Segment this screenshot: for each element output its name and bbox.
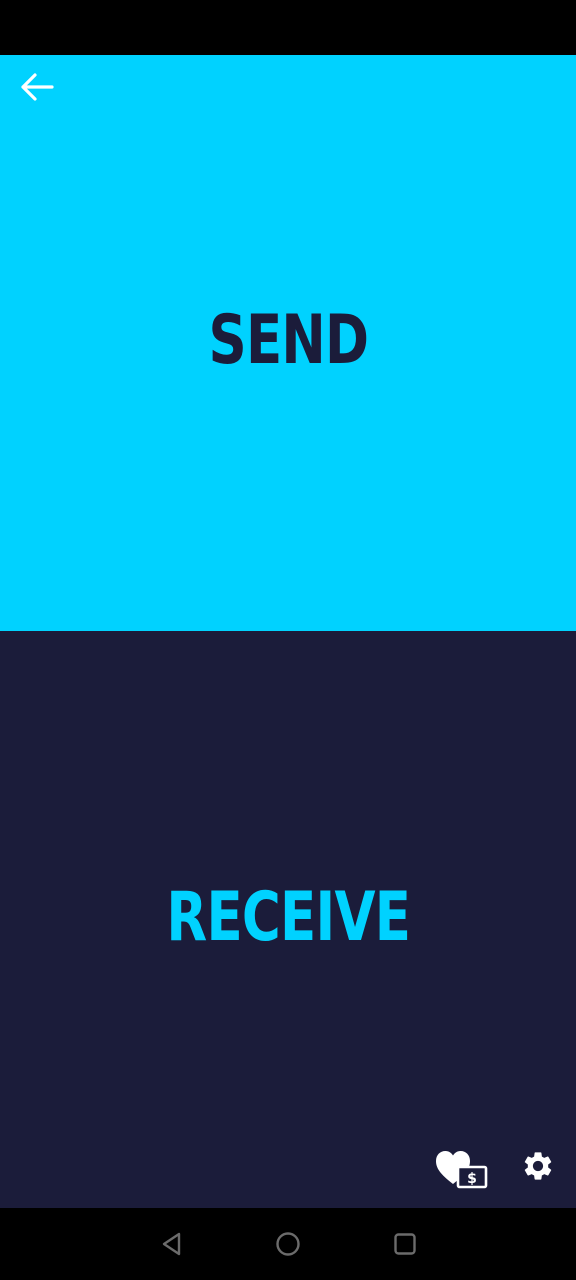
settings-button[interactable] (514, 1142, 562, 1190)
gear-icon (524, 1152, 552, 1180)
donate-symbol: $ (467, 1171, 477, 1187)
send-label: SEND (208, 301, 369, 380)
circle-home-icon (276, 1232, 300, 1256)
nav-back-button[interactable] (150, 1222, 194, 1266)
nav-home-button[interactable] (266, 1222, 310, 1266)
triangle-back-icon (162, 1232, 181, 1256)
nav-recents-button[interactable] (383, 1222, 427, 1266)
app-screen: SEND RECEIVE $ (0, 0, 576, 1280)
heart-with-money-icon: $ (436, 1151, 488, 1189)
receive-label: RECEIVE (166, 877, 411, 957)
arrow-left-icon (21, 73, 54, 101)
send-panel[interactable]: SEND (0, 55, 576, 631)
status-bar (0, 0, 576, 55)
square-recents-icon (394, 1233, 416, 1255)
back-button[interactable] (12, 64, 62, 110)
donate-button[interactable]: $ (432, 1146, 494, 1194)
receive-panel[interactable]: RECEIVE (0, 631, 576, 1208)
system-navigation-bar (0, 1208, 576, 1280)
